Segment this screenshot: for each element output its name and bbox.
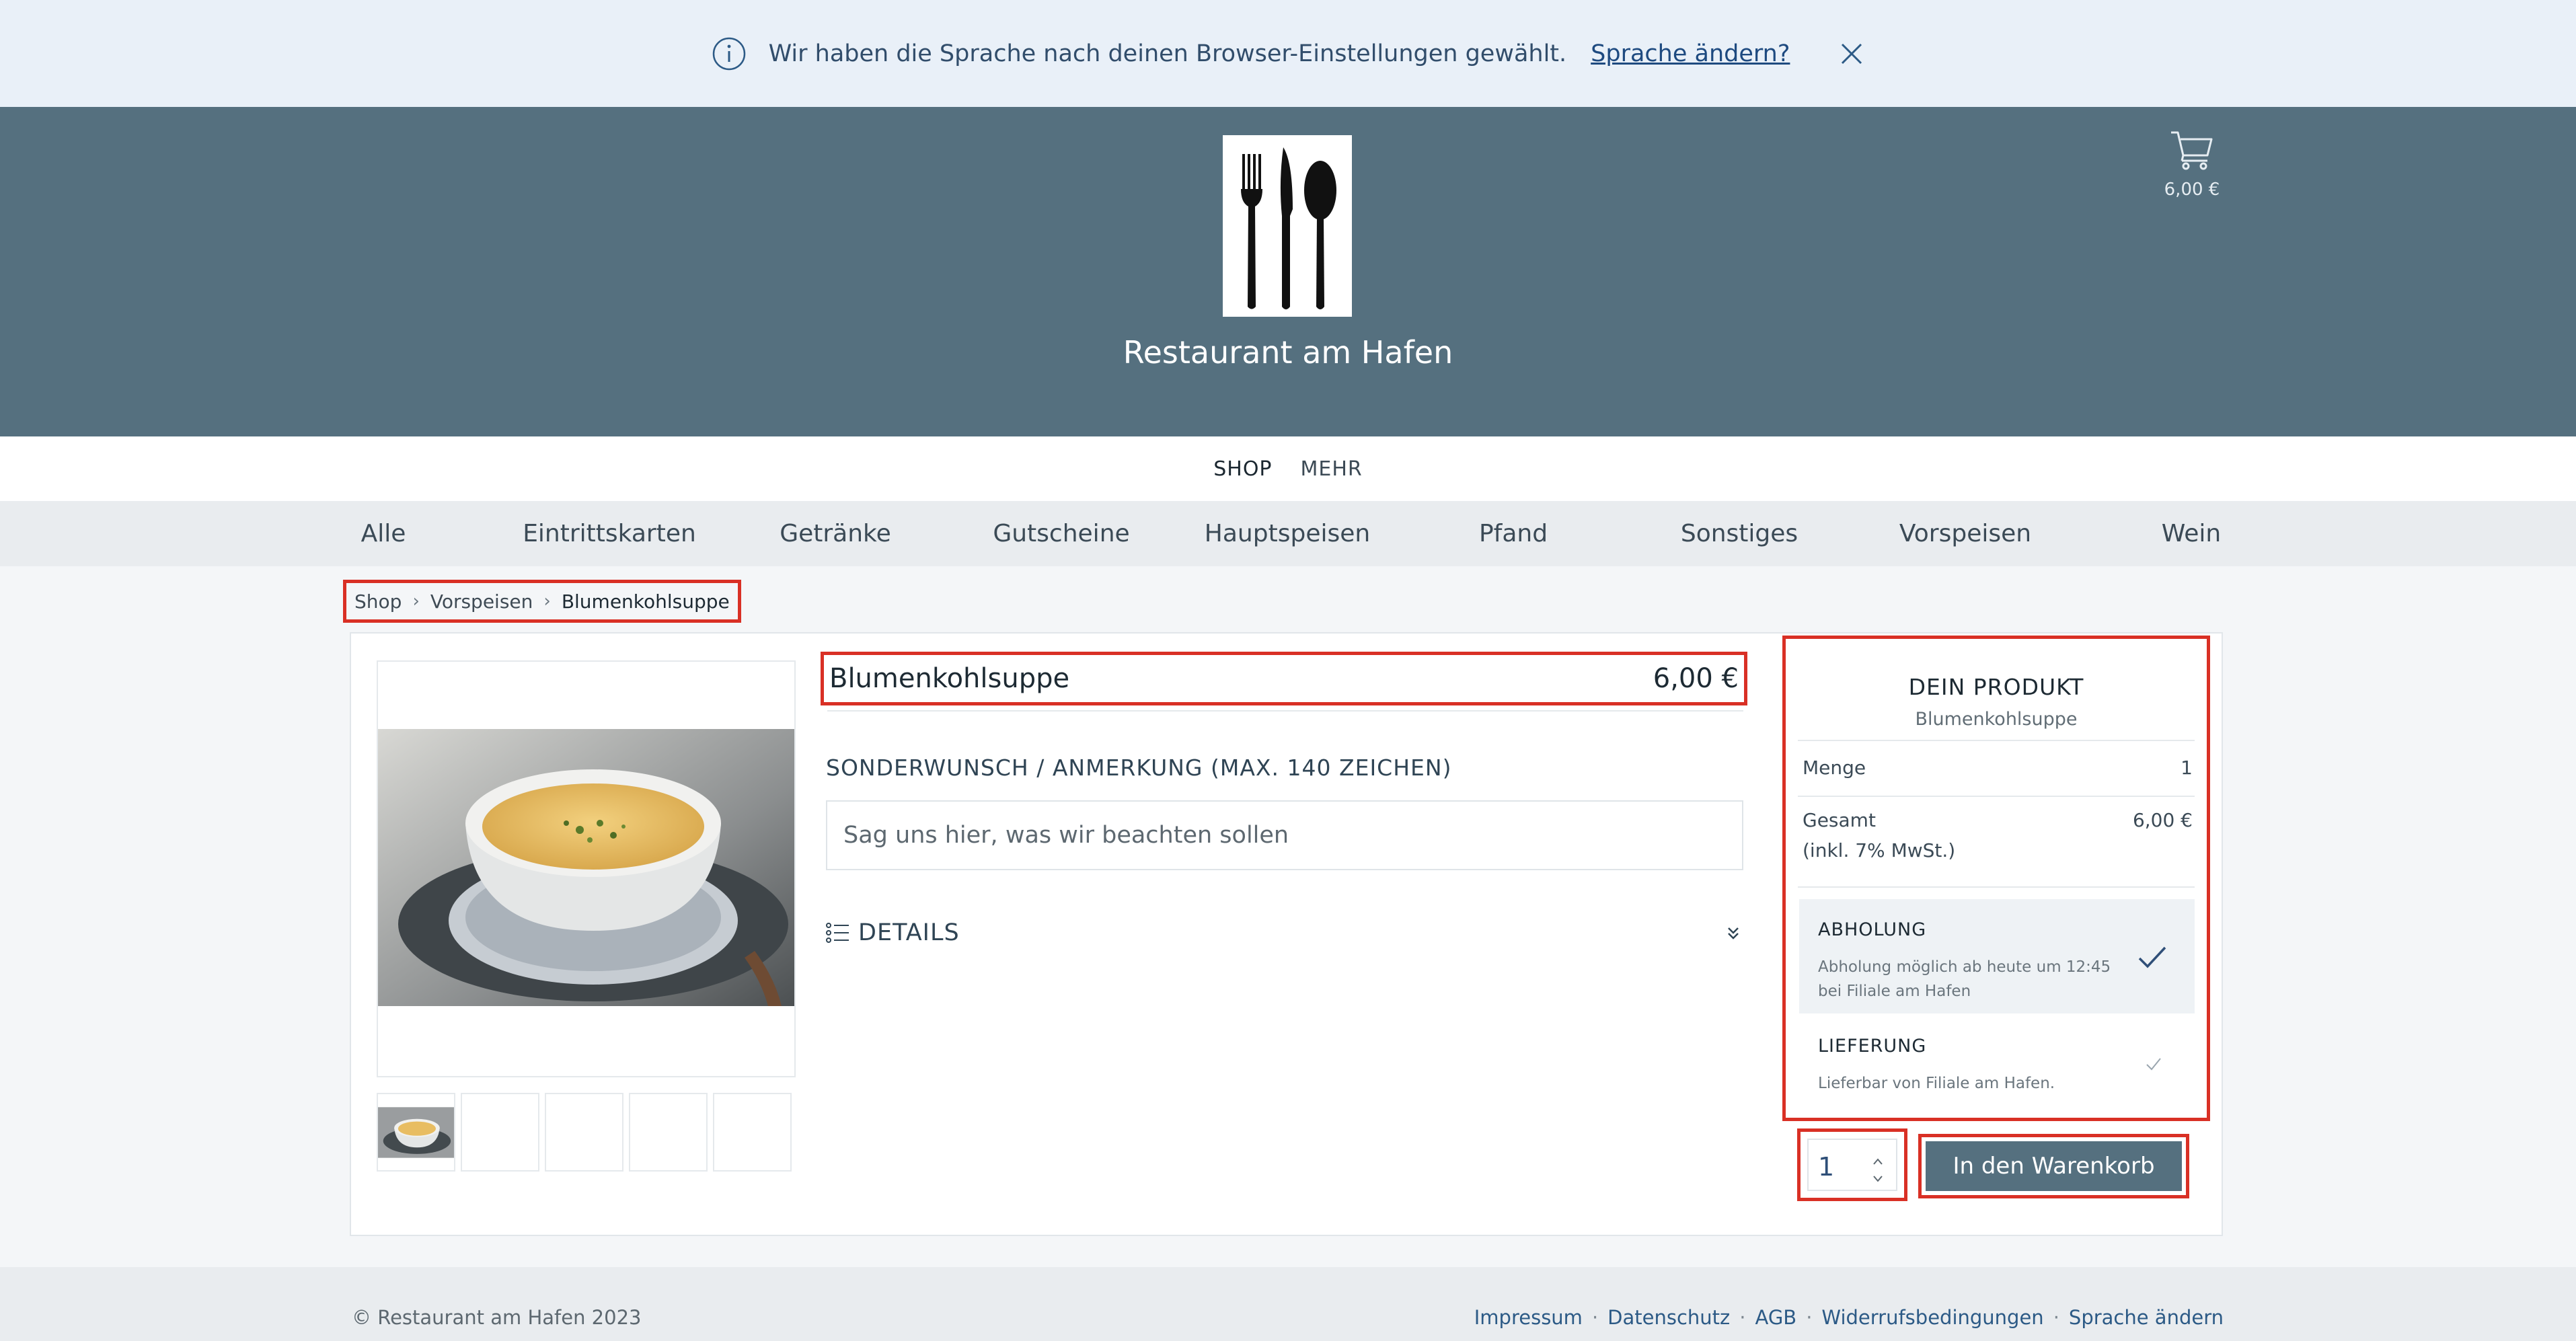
restaurant-name: Restaurant am Hafen [1123,334,1453,371]
pickup-description: Abholung möglich ab heute um 12:45 bei F… [1818,958,2111,1000]
category-nav: Alle Eintrittskarten Getränke Gutscheine… [0,501,2576,566]
thumbnail-4[interactable] [629,1093,708,1172]
shopping-cart-icon [2171,131,2213,170]
language-notice-bar: Wir haben die Sprache nach deinen Browse… [0,0,2576,107]
checkmark-icon [2146,1058,2161,1071]
total-row: Gesamt (inkl. 7% MwSt.) 6,00 € [1803,809,2193,861]
nav-more[interactable]: MEHR [1301,457,1363,481]
footer-link-widerruf[interactable]: Widerrufsbedingungen [1821,1306,2043,1329]
info-icon [712,37,745,70]
checkmark-icon [2138,946,2166,968]
pickup-title: ABHOLUNG [1818,919,1927,940]
quantity-input[interactable] [1818,1152,1872,1182]
divider [1798,740,2195,741]
footer-separator: · [2053,1306,2059,1329]
cart-button[interactable]: 6,00 € [2162,128,2222,200]
nav-shop[interactable]: SHOP [1213,457,1272,481]
cutlery-icon [1241,147,1336,309]
change-language-link[interactable]: Sprache ändern? [1591,40,1790,67]
tax-note: (inkl. 7% MwSt.) [1803,839,1956,861]
footer: © Restaurant am Hafen 2023 Impressum · D… [0,1267,2576,1341]
thumbnail-3[interactable] [545,1093,623,1172]
double-chevron-down-icon [1728,927,1739,940]
quantity-field [1807,1139,1897,1191]
quantity-value: 1 [2181,757,2193,779]
remark-label: SONDERWUNSCH / ANMERKUNG (MAX. 140 ZEICH… [826,755,1452,781]
breadcrumb-separator: › [412,591,420,611]
breadcrumb-current: Blumenkohlsuppe [561,590,730,613]
cutlery-logo[interactable] [1223,135,1352,317]
quantity-stepper[interactable] [1797,1128,1907,1201]
option-pickup[interactable]: ABHOLUNG Abholung möglich ab heute um 12… [1799,899,2195,1013]
spin-arrows-icon[interactable] [1869,1149,1887,1191]
total-value: 6,00 € [2132,809,2193,831]
product-name: Blumenkohlsuppe [829,663,1070,694]
copyright: © Restaurant am Hafen 2023 [352,1306,642,1329]
divider [827,710,1743,712]
product-summary: DEIN PRODUKT Blumenkohlsuppe Menge 1 Ges… [1782,636,2210,1121]
footer-link-language[interactable]: Sprache ändern [2069,1306,2224,1329]
breadcrumb-shop[interactable]: Shop [354,590,402,613]
add-to-cart-button[interactable]: In den Warenkorb [1926,1141,2182,1191]
cart-total: 6,00 € [2164,180,2220,200]
category-hauptspeisen[interactable]: Hauptspeisen [1205,501,1370,566]
category-wein[interactable]: Wein [2162,501,2221,566]
thumbnail-1[interactable] [377,1093,455,1172]
product-header: Blumenkohlsuppe 6,00 € [821,652,1747,705]
category-gutscheine[interactable]: Gutscheine [993,501,1129,566]
category-vorspeisen[interactable]: Vorspeisen [1899,501,2031,566]
details-label: DETAILS [858,919,960,946]
quantity-label: Menge [1803,757,1866,779]
breadcrumb-vorspeisen[interactable]: Vorspeisen [430,590,533,613]
breadcrumb-separator: › [543,591,551,611]
add-to-cart-highlight: In den Warenkorb [1918,1134,2189,1198]
product-image-frame [377,660,796,1077]
thumbnail-5[interactable] [713,1093,792,1172]
footer-separator: · [1806,1306,1813,1329]
category-sonstiges[interactable]: Sonstiges [1681,501,1798,566]
breadcrumb: Shop › Vorspeisen › Blumenkohlsuppe [343,580,741,623]
close-icon[interactable] [1838,40,1865,67]
remark-input[interactable] [826,800,1743,870]
language-notice-text: Wir haben die Sprache nach deinen Browse… [768,40,1567,67]
footer-links: Impressum · Datenschutz · AGB · Widerruf… [1474,1306,2224,1329]
quantity-row: Menge 1 [1803,757,2193,779]
delivery-description: Lieferbar von Filiale am Hafen. [1818,1075,2055,1092]
footer-link-impressum[interactable]: Impressum [1474,1306,1583,1329]
restaurant-header: Restaurant am Hafen 6,00 € [0,107,2576,436]
thumbnail-2[interactable] [461,1093,539,1172]
footer-separator: · [1739,1306,1746,1329]
category-getraenke[interactable]: Getränke [780,501,891,566]
summary-title: DEIN PRODUKT [1908,674,2084,700]
soup-photo[interactable] [378,729,794,1006]
soup-thumbnail [378,1094,454,1170]
summary-product-name: Blumenkohlsuppe [1915,709,2078,730]
footer-link-datenschutz[interactable]: Datenschutz [1607,1306,1730,1329]
category-eintrittskarten[interactable]: Eintrittskarten [523,501,696,566]
divider [1798,796,2195,797]
details-toggle[interactable]: DETAILS [826,913,1743,953]
footer-separator: · [1591,1306,1599,1329]
product-price: 6,00 € [1653,663,1739,694]
divider [1798,886,2195,888]
category-alle[interactable]: Alle [361,501,406,566]
main-nav: SHOP MEHR [0,436,2576,501]
total-label: Gesamt [1803,809,1876,831]
category-pfand[interactable]: Pfand [1479,501,1548,566]
option-delivery[interactable]: LIEFERUNG Lieferbar von Filiale am Hafen… [1799,1016,2195,1130]
delivery-title: LIEFERUNG [1818,1036,1927,1057]
footer-link-agb[interactable]: AGB [1755,1306,1796,1329]
list-icon [826,923,849,943]
